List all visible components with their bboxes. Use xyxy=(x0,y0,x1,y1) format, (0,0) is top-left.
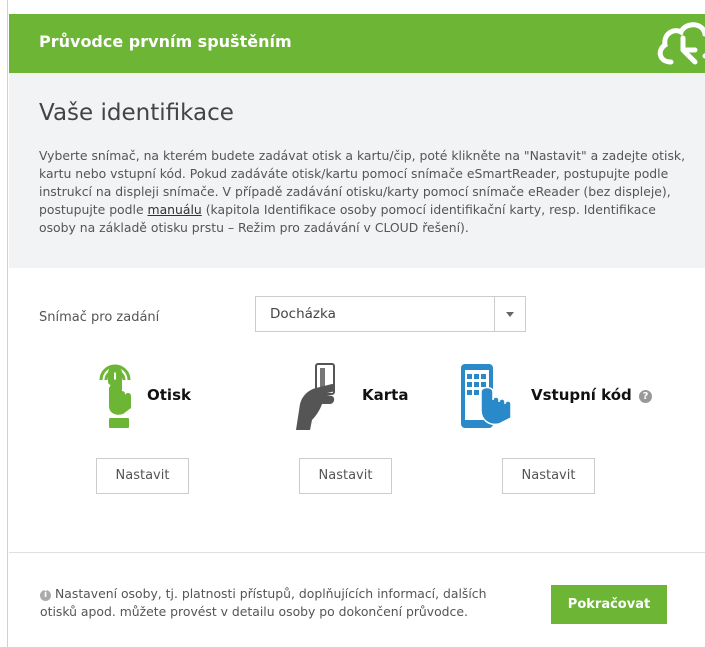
info-icon: i xyxy=(40,590,51,601)
cloud-logo-icon xyxy=(657,22,705,65)
method-card: Karta xyxy=(296,362,418,432)
wizard-title: Průvodce prvním spuštěním xyxy=(39,32,292,51)
method-fingerprint: Otisk xyxy=(95,362,205,432)
footer-note: i Nastavení osoby, tj. platnosti přístupů… xyxy=(40,585,510,621)
method-label-card: Karta xyxy=(362,386,409,404)
method-label-entry-code-text: Vstupní kód xyxy=(531,386,632,404)
set-card-button[interactable]: Nastavit xyxy=(299,458,392,494)
reader-select[interactable]: Docházka xyxy=(255,296,526,332)
phone-keypad-icon xyxy=(461,364,512,428)
set-entry-code-button[interactable]: Nastavit xyxy=(502,458,595,494)
method-label-fingerprint: Otisk xyxy=(147,386,191,404)
left-border xyxy=(0,0,8,647)
fingerprint-touch-icon xyxy=(99,364,131,428)
set-fingerprint-button[interactable]: Nastavit xyxy=(96,458,189,494)
card-in-hand-icon xyxy=(296,363,335,430)
continue-button[interactable]: Pokračovat xyxy=(551,585,667,624)
footer-note-text: Nastavení osoby, tj. platnosti přístupů,… xyxy=(40,586,487,619)
footer-divider xyxy=(9,552,705,553)
reader-select-value: Docházka xyxy=(270,306,336,322)
intro-section: Vaše identifikace Vyberte snímač, na kte… xyxy=(9,73,705,268)
reader-select-label: Snímač pro zadání xyxy=(39,310,160,325)
help-icon[interactable]: ? xyxy=(639,390,653,403)
manual-link[interactable]: manuálu xyxy=(148,202,202,217)
wizard-header: Průvodce prvním spuštěním xyxy=(9,14,705,73)
chevron-down-icon[interactable] xyxy=(494,297,525,331)
intro-description: Vyberte snímač, na kterém budete zadávat… xyxy=(39,147,689,237)
method-entry-code: Vstupní kód ? xyxy=(459,362,659,432)
page-title: Vaše identifikace xyxy=(39,100,234,126)
method-label-entry-code: Vstupní kód ? xyxy=(531,386,653,404)
wizard-window: Průvodce prvním spuštěním Vaše identifik… xyxy=(0,0,705,647)
